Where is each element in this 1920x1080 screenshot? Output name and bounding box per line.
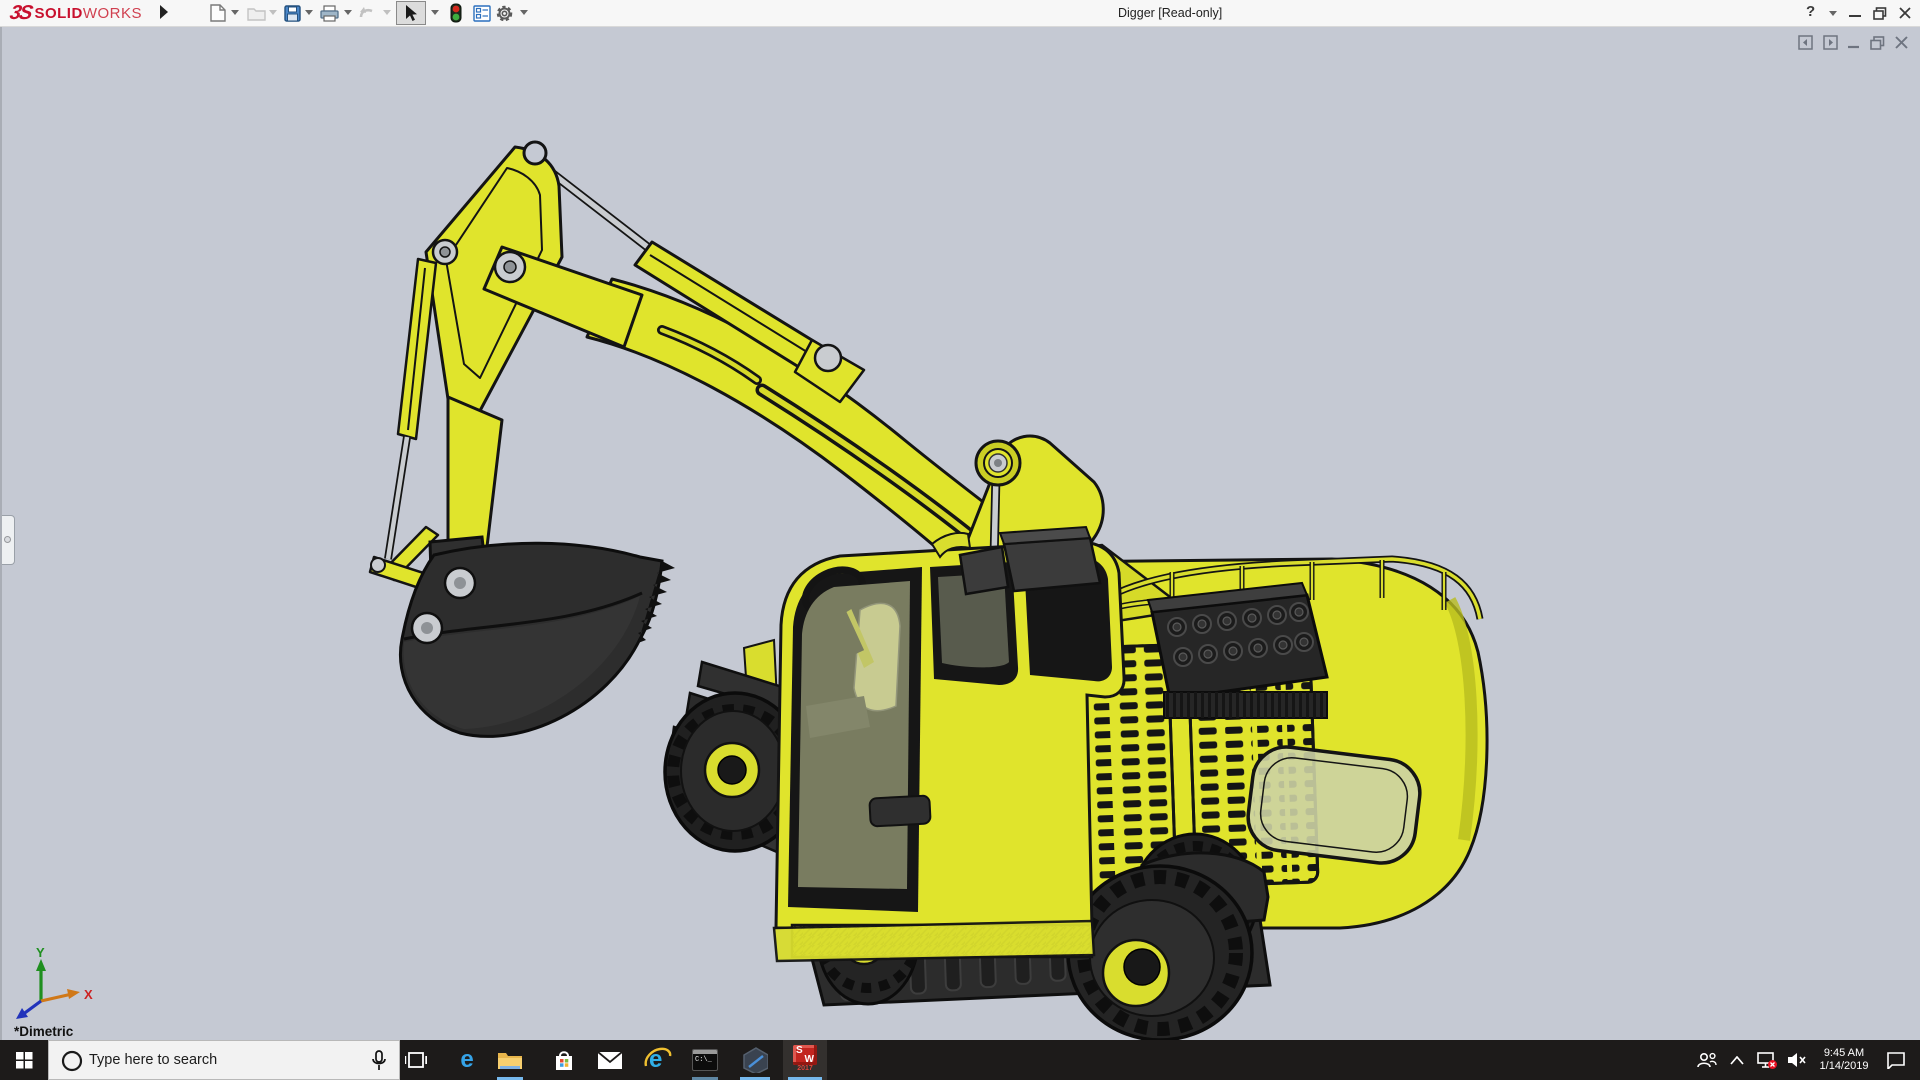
graphics-viewport[interactable]: Y X *Dimetric [0, 27, 1920, 1040]
restore-icon [1873, 7, 1887, 20]
taskbar-internet-explorer-button[interactable]: e [636, 1040, 680, 1080]
panel-handle-dot-icon [4, 536, 11, 543]
taskbar-clock[interactable]: 9:45 AM 1/14/2019 [1812, 1047, 1876, 1073]
file-explorer-icon [497, 1049, 523, 1071]
new-document-caret[interactable] [231, 10, 239, 15]
triad-y-label: Y [36, 945, 45, 960]
save-button[interactable] [282, 3, 302, 23]
save-floppy-icon [284, 5, 301, 22]
search-input[interactable] [89, 1041, 349, 1079]
volume-button[interactable] [1782, 1040, 1812, 1080]
dock-right-icon[interactable] [1823, 35, 1838, 50]
tray-time: 9:45 AM [1812, 1047, 1876, 1060]
triad-x-label: X [84, 987, 93, 1002]
windows-logo-icon [16, 1052, 33, 1069]
featuremanager-collapsed-tab[interactable] [2, 515, 15, 565]
people-button[interactable] [1692, 1040, 1722, 1080]
taskbar-file-explorer-button[interactable] [488, 1040, 532, 1080]
minimize-icon [1849, 7, 1861, 19]
new-document-button[interactable] [208, 3, 228, 23]
taskbar-hexagon-app-button[interactable] [733, 1040, 777, 1080]
rebuild-traffic-light-icon [450, 3, 462, 23]
print-icon [320, 5, 339, 22]
doc-minimize-icon[interactable] [1848, 37, 1860, 49]
select-arrow-icon [404, 4, 418, 22]
people-icon [1696, 1051, 1718, 1069]
system-tray: 9:45 AM 1/14/2019 [1692, 1040, 1916, 1080]
new-document-icon [210, 4, 226, 22]
action-center-icon [1886, 1051, 1906, 1069]
task-view-button[interactable] [394, 1040, 438, 1080]
brand-text-light: WORKS [83, 5, 142, 22]
open-folder-icon [247, 5, 266, 21]
help-caret[interactable] [1829, 11, 1837, 16]
network-disconnected-icon [1756, 1051, 1778, 1070]
select-tool-button[interactable] [396, 1, 426, 25]
file-properties-button[interactable] [472, 3, 492, 23]
internet-explorer-icon: e [644, 1046, 672, 1074]
taskbar-search[interactable] [48, 1040, 400, 1080]
action-center-button[interactable] [1876, 1040, 1916, 1080]
edge-icon: e [460, 1046, 473, 1074]
engine-block [1148, 583, 1327, 718]
store-icon [552, 1048, 576, 1072]
undo-icon [357, 5, 377, 21]
undo-caret[interactable] [383, 10, 391, 15]
document-window-controls [1798, 35, 1908, 50]
select-tool-caret[interactable] [431, 10, 439, 15]
solidworks-logo: 3S SOLIDWORKS [10, 2, 142, 25]
file-properties-icon [473, 5, 491, 22]
taskbar-edge-button[interactable]: e [445, 1040, 489, 1080]
excavator-model-canvas[interactable] [2, 27, 1920, 1040]
taskbar-mail-button[interactable] [588, 1040, 632, 1080]
print-button[interactable] [319, 3, 339, 23]
menu-flyout-arrow-icon[interactable] [160, 5, 168, 19]
options-caret[interactable] [520, 10, 528, 15]
app-title-bar: 3S SOLIDWORKS Digger [Read-only] ? [0, 0, 1920, 27]
taskbar-store-button[interactable] [542, 1040, 586, 1080]
chevron-up-icon [1730, 1056, 1744, 1065]
options-gear-icon [495, 4, 514, 23]
rebuild-button[interactable] [446, 3, 466, 23]
mail-icon [597, 1051, 623, 1070]
rear-window [1244, 743, 1423, 867]
save-caret[interactable] [305, 10, 313, 15]
orientation-triad[interactable]: Y X [10, 945, 106, 1023]
hexagon-app-icon [742, 1047, 768, 1073]
options-button[interactable] [494, 3, 514, 23]
network-status-button[interactable] [1752, 1040, 1782, 1080]
show-hidden-icons-button[interactable] [1722, 1040, 1752, 1080]
print-caret[interactable] [344, 10, 352, 15]
dock-left-icon[interactable] [1798, 35, 1813, 50]
open-button[interactable] [246, 3, 266, 23]
view-orientation-label: *Dimetric [14, 1024, 73, 1039]
tray-date: 1/14/2019 [1812, 1060, 1876, 1073]
start-button[interactable] [0, 1040, 48, 1080]
taskbar-solidworks-button[interactable]: SW 2017 [783, 1040, 827, 1080]
help-button[interactable]: ? [1806, 3, 1815, 20]
windows-taskbar: e e C:\_ SW 2017 [0, 1040, 1920, 1080]
document-title: Digger [Read-only] [1118, 6, 1222, 20]
command-prompt-icon: C:\_ [692, 1049, 718, 1071]
task-view-icon [405, 1050, 427, 1070]
excavator-bucket [400, 537, 675, 736]
cortana-circle-icon [61, 1050, 83, 1072]
undo-button[interactable] [357, 3, 377, 23]
cab [774, 527, 1124, 961]
doc-close-icon[interactable] [1895, 36, 1908, 49]
open-caret[interactable] [269, 10, 277, 15]
microphone-icon[interactable] [371, 1050, 387, 1072]
solidworks-logo-icon: 3S [8, 2, 33, 25]
brand-text-bold: SOLID [34, 5, 82, 22]
solidworks-2017-icon: SW 2017 [791, 1045, 819, 1075]
close-icon [1899, 7, 1911, 19]
app-close-button[interactable] [1890, 0, 1920, 26]
taskbar-command-prompt-button[interactable]: C:\_ [683, 1040, 727, 1080]
wheel-rear-near [1068, 866, 1252, 1040]
volume-muted-icon [1787, 1052, 1807, 1068]
doc-restore-icon[interactable] [1870, 36, 1885, 50]
